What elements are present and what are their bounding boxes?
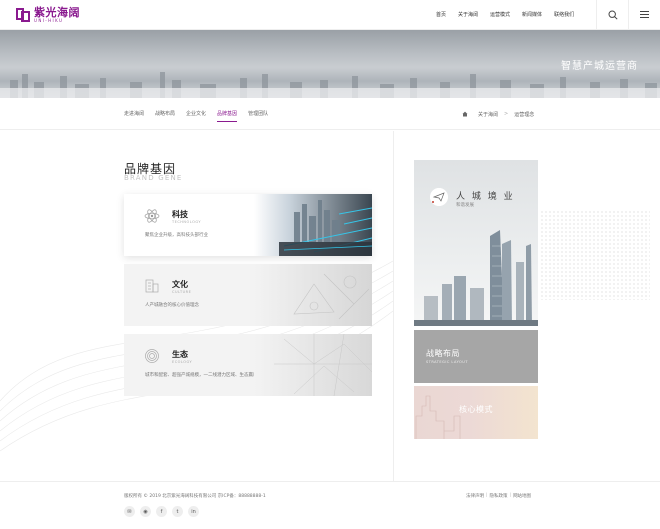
tab-brand-gene[interactable]: 品牌基因 [217,98,238,130]
brand-card-culture[interactable]: 文化 CULTURE 人产城融合的核心价值理念 [124,264,372,326]
logo-mark-icon [16,8,30,22]
hamburger-menu-icon[interactable] [640,11,649,19]
twitter-icon[interactable]: t [172,506,183,517]
hero-banner: 智慧产城运营商 [0,30,660,98]
paper-plane-icon [430,188,448,206]
card-title: 科技 [172,210,188,219]
banner-slogan: 智慧产城运营商 [561,61,638,72]
side-card-title: 核心模式 [459,405,493,414]
decorative-dots-icon [540,210,650,300]
weibo-icon[interactable]: ◉ [140,506,151,517]
breadcrumb: 关于海阔 > 运营理念 [462,98,534,130]
brand-card-technology[interactable]: 科技 TECHNOLOGY 聚焦企业升级，高科技头部行业 [124,194,372,256]
card-description: 聚焦企业升级，高科技头部行业 [145,233,208,238]
side-card-title: 人 城 境 业 [456,192,515,202]
footer-link-privacy[interactable]: 隐私政策 [490,493,508,499]
card-title: 生态 [172,350,188,359]
side-card-title: 战略布局 [426,349,460,358]
card-subtitle: TECHNOLOGY [172,220,202,224]
site-header: 紫光海阔 UNI-HIKU 首页 关于海阔 运营模式 新闻媒体 联络我们 [0,0,660,30]
nav-news[interactable]: 新闻媒体 [516,0,548,30]
logo[interactable]: 紫光海阔 UNI-HIKU [16,7,80,23]
search-icon[interactable] [608,10,618,20]
nav-contact[interactable]: 联络我们 [548,0,580,30]
nav-divider [596,0,597,30]
side-card-vision[interactable]: 人 城 境 业 和谐发展 [414,160,538,326]
tab-about-us[interactable]: 走进海阔 [124,98,144,130]
side-card-core-model[interactable]: 核心模式 [414,386,538,439]
home-icon[interactable] [462,111,468,117]
wechat-icon[interactable]: ✉ [124,506,135,517]
footer-links: 法律声明 | 隐私政策 | 网站地图 [466,493,531,499]
site-footer: 版权所有 © 2019 北京紫光海阔科技有限公司 京ICP备：88888888-… [0,481,660,529]
breadcrumb-current: 运营理念 [514,111,535,118]
breadcrumb-separator: > [504,111,509,117]
tab-team[interactable]: 管理团队 [248,98,268,130]
nav-divider [628,0,629,30]
nav-home[interactable]: 首页 [430,0,452,30]
sub-navigation: 走进海阔 战略布局 企业文化 品牌基因 管理团队 关于海阔 > 运营理念 [0,98,660,130]
brand-card-ecology[interactable]: 生态 ECOLOGY 城市和配套、超强产城规模，一二线潜力区域、生态赢局 [124,334,372,396]
building-icon [145,279,159,293]
sub-tabs: 走进海阔 战略布局 企业文化 品牌基因 管理团队 [124,98,279,130]
nav-operation[interactable]: 运营模式 [484,0,516,30]
card-subtitle: ECOLOGY [172,360,193,364]
culture-image [254,264,372,326]
logo-text-cn: 紫光海阔 [34,6,80,19]
circuit-city-image [254,194,372,256]
section-subtitle: BRAND GENE [124,174,183,182]
footer-link-legal[interactable]: 法律声明 [466,493,484,499]
card-subtitle: CULTURE [172,290,192,294]
main-nav: 首页 关于海阔 运营模式 新闻媒体 联络我们 [430,0,580,30]
target-icon [145,349,159,363]
breadcrumb-item[interactable]: 关于海阔 [478,111,498,118]
skyscraper-image [414,230,538,326]
copyright-text: 版权所有 © 2019 北京紫光海阔科技有限公司 京ICP备：88888888-… [124,494,266,499]
nav-about[interactable]: 关于海阔 [452,0,484,30]
tab-strategy[interactable]: 战略布局 [155,98,175,130]
card-description: 城市和配套、超强产城规模，一二线潜力区域、生态赢局 [145,373,258,378]
atom-icon [144,209,160,223]
logo-text-en: UNI-HIKU [34,18,64,23]
footer-link-separator: | [509,493,512,498]
footer-link-sitemap[interactable]: 网站地图 [513,493,531,499]
tab-culture[interactable]: 企业文化 [186,98,206,130]
side-card-strategy[interactable]: 战略布局 STRATEGIC LAYOUT [414,330,538,383]
footer-link-separator: | [486,493,488,498]
column-divider [393,131,394,481]
social-links: ✉ ◉ f t in [124,506,204,517]
side-card-subtitle: STRATEGIC LAYOUT [426,360,468,364]
card-title: 文化 [172,280,188,289]
facebook-icon[interactable]: f [156,506,167,517]
side-card-subtitle: 和谐发展 [456,203,474,208]
card-description: 人产城融合的核心价值理念 [145,303,199,308]
linkedin-icon[interactable]: in [188,506,199,517]
ecology-map-image [254,334,372,396]
